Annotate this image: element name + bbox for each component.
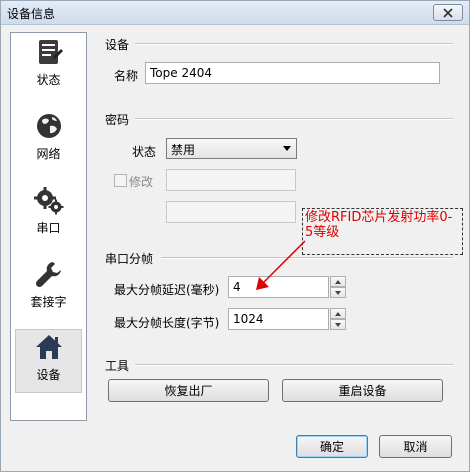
globe-icon bbox=[36, 114, 61, 138]
sidebar-item-label: 串口 bbox=[36, 221, 61, 235]
spin-up-button[interactable] bbox=[330, 308, 346, 319]
modify-password-checkbox[interactable] bbox=[114, 174, 127, 187]
confirm-password-input[interactable] bbox=[166, 201, 296, 223]
house-icon bbox=[35, 335, 62, 359]
spin-down-button[interactable] bbox=[330, 287, 346, 298]
max-frame-length-label: 最大分帧长度(字节) bbox=[114, 316, 220, 330]
serial-section-divider bbox=[161, 257, 453, 259]
tools-section-divider bbox=[135, 364, 453, 366]
tools-section-title: 工具 bbox=[105, 359, 130, 373]
status-document-icon bbox=[38, 40, 63, 64]
sidebar-item-status[interactable]: 状态 bbox=[15, 35, 82, 99]
ok-button[interactable]: 确定 bbox=[296, 435, 368, 458]
serial-section-title: 串口分帧 bbox=[105, 252, 154, 266]
name-label: 名称 bbox=[114, 69, 139, 83]
device-info-dialog: 设备信息 状态 网络 串口 套接字 设备 设备 名称 Tope 2404 密码 … bbox=[0, 0, 470, 472]
password-status-label: 状态 bbox=[132, 145, 157, 159]
sidebar-item-socket[interactable]: 套接字 bbox=[15, 257, 82, 321]
spin-down-button[interactable] bbox=[330, 319, 346, 330]
sidebar-item-serial[interactable]: 串口 bbox=[15, 183, 82, 247]
modify-password-label: 修改 bbox=[129, 175, 154, 189]
arrow-down-icon bbox=[335, 291, 341, 295]
password-section-title: 密码 bbox=[105, 113, 130, 127]
sidebar: 状态 网络 串口 套接字 设备 bbox=[10, 32, 87, 421]
max-frame-length-spinner[interactable] bbox=[330, 308, 346, 330]
sidebar-item-label: 套接字 bbox=[30, 295, 67, 309]
password-status-value: 禁用 bbox=[171, 143, 196, 157]
password-status-select[interactable]: 禁用 bbox=[166, 138, 297, 159]
chevron-down-icon bbox=[283, 146, 291, 151]
restore-factory-button[interactable]: 恢复出厂 bbox=[108, 379, 269, 402]
cancel-button[interactable]: 取消 bbox=[379, 435, 452, 458]
window-title: 设备信息 bbox=[7, 7, 56, 21]
password-section-divider bbox=[135, 118, 453, 120]
arrow-down-icon bbox=[335, 323, 341, 327]
max-frame-delay-input[interactable]: 4 bbox=[228, 276, 329, 298]
max-frame-length-input[interactable]: 1024 bbox=[228, 308, 329, 330]
arrow-up-icon bbox=[335, 280, 341, 284]
device-section-title: 设备 bbox=[105, 38, 130, 52]
sidebar-item-label: 网络 bbox=[36, 147, 61, 161]
close-icon bbox=[443, 7, 453, 18]
device-name-input[interactable]: Tope 2404 bbox=[145, 62, 440, 84]
sidebar-item-network[interactable]: 网络 bbox=[15, 109, 82, 173]
sidebar-item-device[interactable]: 设备 bbox=[15, 329, 82, 393]
arrow-up-icon bbox=[335, 312, 341, 316]
sidebar-item-label: 状态 bbox=[36, 73, 61, 87]
spin-up-button[interactable] bbox=[330, 276, 346, 287]
max-frame-delay-label: 最大分帧延迟(毫秒) bbox=[114, 283, 220, 297]
new-password-input[interactable] bbox=[166, 169, 296, 191]
sidebar-item-label: 设备 bbox=[36, 368, 61, 382]
restart-device-button[interactable]: 重启设备 bbox=[282, 379, 443, 402]
annotation-note: 修改RFID芯片发射功率0-5等级 bbox=[302, 208, 463, 255]
close-button[interactable] bbox=[433, 4, 463, 21]
wrench-icon bbox=[35, 262, 61, 288]
max-frame-delay-spinner[interactable] bbox=[330, 276, 346, 298]
device-section-divider bbox=[135, 43, 453, 45]
gears-icon bbox=[33, 187, 63, 215]
title-bar[interactable]: 设备信息 bbox=[1, 1, 469, 25]
